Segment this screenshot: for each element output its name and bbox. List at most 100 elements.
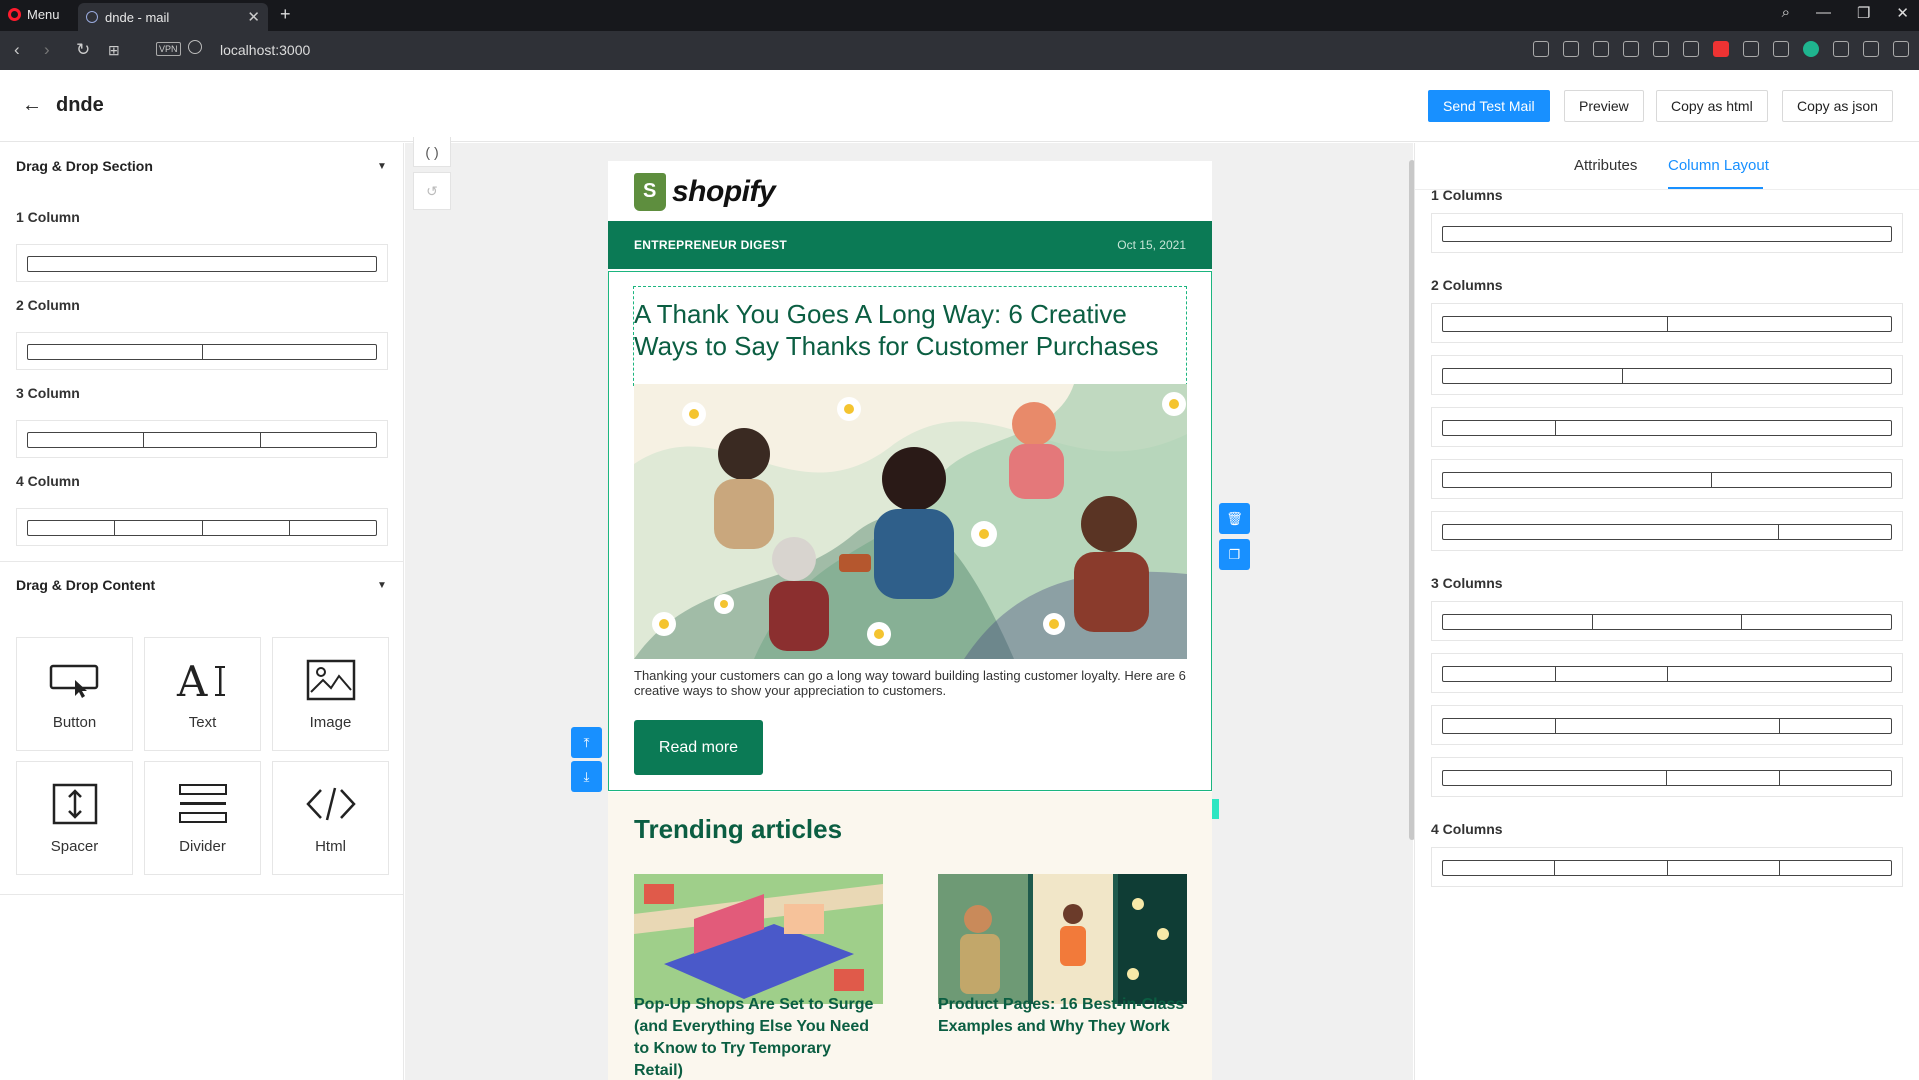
column-segment [1443,227,1891,241]
cube-icon[interactable] [1833,41,1849,57]
hero-illustration[interactable] [634,384,1187,659]
section-header[interactable]: Drag & Drop Section [16,158,153,174]
extension-glasses-icon[interactable] [1683,41,1699,57]
article-title[interactable]: Pop-Up Shops Are Set to Surge (and Every… [634,994,883,1080]
column-layout-option[interactable] [1431,601,1903,641]
column-layout-option[interactable] [1431,847,1903,887]
column-layout-bar [1442,316,1892,332]
html-code-icon [273,780,388,828]
content-tile-image[interactable]: Image [272,637,389,751]
banner-date: Oct 15, 2021 [1117,238,1186,252]
send-icon[interactable] [1623,41,1639,57]
search-icon[interactable]: ⌕ [1782,4,1790,22]
collapse-caret-icon[interactable]: ▼ [377,161,387,172]
back-arrow-icon[interactable]: ← [22,94,42,117]
send-test-mail-button[interactable]: Send Test Mail [1428,90,1550,122]
extension-circle-icon[interactable] [1743,41,1759,57]
extension-tree-icon[interactable] [1773,41,1789,57]
column-layout-option[interactable] [1431,757,1903,797]
collapse-caret-icon[interactable]: ▼ [377,580,387,591]
app-title: dnde [56,94,104,116]
content-tile-button[interactable]: Button [16,637,133,751]
code-toggle-icon[interactable]: ( ) [413,137,451,167]
column-layout-option[interactable] [1431,407,1903,447]
vpn-badge[interactable]: VPN [156,42,181,56]
column-segment [1443,771,1667,785]
content-tile-html[interactable]: Html [272,761,389,875]
column-layout-bar [1442,472,1892,488]
tile-label: Image [309,714,352,731]
tab-attributes[interactable]: Attributes [1574,157,1637,174]
column-layout-option[interactable] [1431,459,1903,499]
edit-icon[interactable] [1533,41,1549,57]
brand-logo[interactable]: shopify [634,173,776,211]
undo-icon[interactable]: ↺ [413,172,451,210]
tile-label: Divider [179,838,226,855]
browser-tab[interactable]: dnde - mail ✕ [78,3,268,31]
column-layout-option[interactable] [1431,213,1903,253]
column-layout-option[interactable] [1431,303,1903,343]
tab-column-layout[interactable]: Column Layout [1668,157,1769,174]
column-segment [1780,861,1891,875]
browser-menu[interactable]: Menu [8,7,60,22]
content-tile-text[interactable]: A Text [144,637,261,751]
spacer-icon [17,780,132,828]
tile-label: Text [188,714,217,731]
preview-button[interactable]: Preview [1564,90,1644,122]
url-field[interactable]: localhost:3000 [220,42,310,58]
move-up-icon[interactable]: ⤒ [571,727,602,758]
content-header[interactable]: Drag & Drop Content [16,577,155,593]
article-thumbnail[interactable] [634,874,883,1004]
adblock-icon[interactable] [1593,41,1609,57]
column-segment [1780,771,1892,785]
divider-icon [145,780,260,828]
article-headline[interactable]: A Thank You Goes A Long Way: 6 Creative … [634,298,1184,362]
back-icon[interactable]: ‹ [14,40,20,60]
tabs-grid-icon[interactable]: ⊞ [108,42,120,59]
browser-tabbar: Menu dnde - mail ✕ + ⌕ — ❐ ✕ [0,0,1919,31]
digest-banner[interactable]: ENTREPRENEUR DIGEST Oct 15, 2021 [608,221,1212,269]
tab-favicon-icon [86,11,98,23]
read-more-button[interactable]: Read more [634,720,763,775]
restore-icon[interactable]: ❐ [1857,4,1870,22]
article-thumbnail[interactable] [938,874,1187,1004]
move-down-icon[interactable]: ⤓ [571,761,602,792]
article-description[interactable]: Thanking your customers can go a long wa… [634,668,1187,698]
extension-red-icon[interactable] [1713,41,1729,57]
download-icon[interactable] [1863,41,1879,57]
svg-text:A: A [176,658,208,702]
column-segment [1555,861,1668,875]
column-4-block[interactable] [16,508,388,546]
content-tile-spacer[interactable]: Spacer [16,761,133,875]
hamburger-icon[interactable] [1893,41,1909,57]
column-2-block[interactable] [16,332,388,370]
column-layout-option[interactable] [1431,355,1903,395]
extension-green-icon[interactable] [1803,41,1819,57]
column-3-block[interactable] [16,420,388,458]
new-tab-icon[interactable]: + [280,4,291,25]
copy-html-button[interactable]: Copy as html [1656,90,1768,122]
tile-label: Html [315,838,346,855]
column-1-block[interactable] [16,244,388,282]
column-layout-option[interactable] [1431,653,1903,693]
article-title[interactable]: Product Pages: 16 Best-in-Class Examples… [938,994,1187,1038]
close-tab-icon[interactable]: ✕ [247,8,260,26]
forward-icon[interactable]: › [44,40,50,60]
trending-section[interactable]: Trending articles Pop-Up Shops Are Set t… [608,792,1212,1080]
column-label: 3 Column [16,385,80,401]
copy-json-button[interactable]: Copy as json [1782,90,1893,122]
column-layout-option[interactable] [1431,705,1903,745]
content-tile-divider[interactable]: Divider [144,761,261,875]
column-layout-option[interactable] [1431,511,1903,551]
email-canvas: ( ) ↺ shopify ENTREPRENEUR DIGEST Oct 15… [405,137,1413,1080]
column-segment [1443,861,1556,875]
camera-icon[interactable] [1563,41,1579,57]
trending-title: Trending articles [634,814,843,844]
delete-row-icon[interactable]: 🗑 [1219,503,1250,534]
close-window-icon[interactable]: ✕ [1896,4,1909,22]
reload-icon[interactable]: ↻ [76,40,90,60]
column-segment [1667,771,1780,785]
heart-icon[interactable] [1653,41,1669,57]
copy-row-icon[interactable]: ❐ [1219,539,1250,570]
minimize-icon[interactable]: — [1816,4,1831,22]
